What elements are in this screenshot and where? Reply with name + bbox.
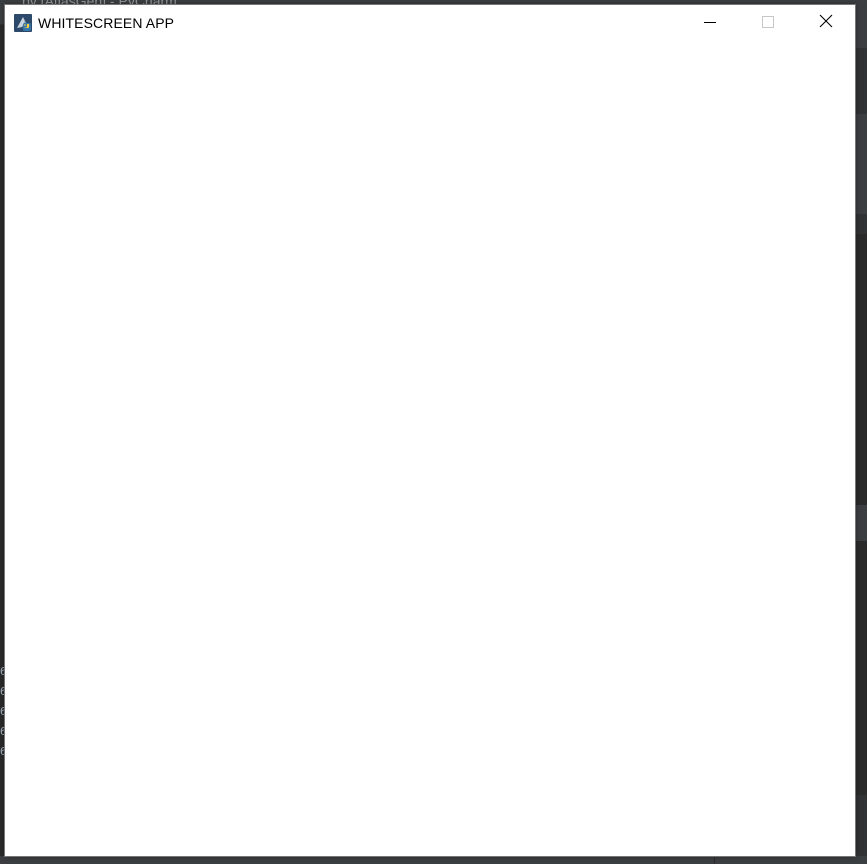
maximize-button: [739, 5, 797, 42]
window-title: WHITESCREEN APP: [38, 15, 175, 31]
maximize-icon: [762, 15, 774, 33]
background-ide-toolbar-edge: [856, 24, 867, 48]
background-ide-panel-edge: [856, 48, 867, 114]
minimize-button[interactable]: [681, 5, 739, 42]
python-feather-icon[interactable]: [14, 14, 32, 32]
minimize-icon: [704, 15, 716, 33]
background-ide-status-bar: [0, 856, 867, 864]
background-ide-panel-edge: [856, 795, 867, 856]
background-ide-panel-edge: [856, 505, 867, 541]
background-ide-panel-edge: [856, 114, 867, 214]
close-icon: [819, 14, 833, 33]
whitescreen-app-window[interactable]: WHITESCREEN APP: [4, 4, 856, 857]
background-ide-status-divider: [714, 856, 715, 864]
window-titlebar[interactable]: WHITESCREEN APP: [5, 5, 855, 42]
blank-client-area: [5, 42, 855, 856]
close-button[interactable]: [797, 5, 855, 42]
background-ide-panel-edge: [856, 214, 867, 234]
